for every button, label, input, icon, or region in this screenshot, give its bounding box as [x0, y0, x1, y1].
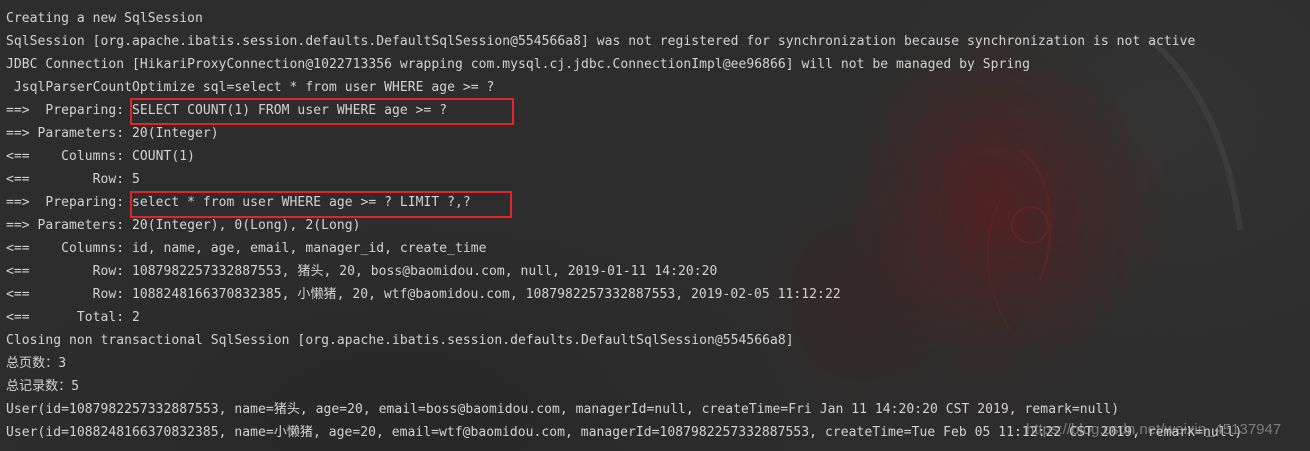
log-lines: Creating a new SqlSession SqlSession [or… — [6, 7, 1310, 444]
log-line: SqlSession [org.apache.ibatis.session.de… — [6, 34, 1196, 49]
watermark-url: https://blog.csdn.net/weixin_45137947 — [1026, 421, 1282, 438]
console-output[interactable]: Creating a new SqlSession SqlSession [or… — [0, 0, 1310, 451]
log-line: 总页数：3 — [6, 356, 67, 371]
count-query-highlight-box — [130, 98, 514, 125]
log-line: <== Columns: id, name, age, email, manag… — [6, 241, 487, 256]
paged-query-highlight-box — [130, 191, 512, 218]
log-line: <== Columns: COUNT(1) — [6, 149, 196, 164]
log-line: 总记录数：5 — [6, 379, 80, 394]
log-line: ==> Parameters: 20(Integer) — [6, 126, 219, 141]
log-line: Creating a new SqlSession — [6, 11, 203, 26]
log-line: JDBC Connection [HikariProxyConnection@1… — [6, 57, 1030, 72]
log-line: <== Row: 5 — [6, 172, 140, 187]
log-line: User(id=1087982257332887553, name=猪头, ag… — [6, 402, 1120, 417]
log-line: <== Row: 1087982257332887553, 猪头, 20, bo… — [6, 264, 718, 279]
log-line: JsqlParserCountOptimize sql=select * fro… — [6, 80, 495, 95]
log-line: <== Row: 1088248166370832385, 小懒猪, 20, w… — [6, 287, 841, 302]
log-line: <== Total: 2 — [6, 310, 140, 325]
log-line: Closing non transactional SqlSession [or… — [6, 333, 794, 348]
